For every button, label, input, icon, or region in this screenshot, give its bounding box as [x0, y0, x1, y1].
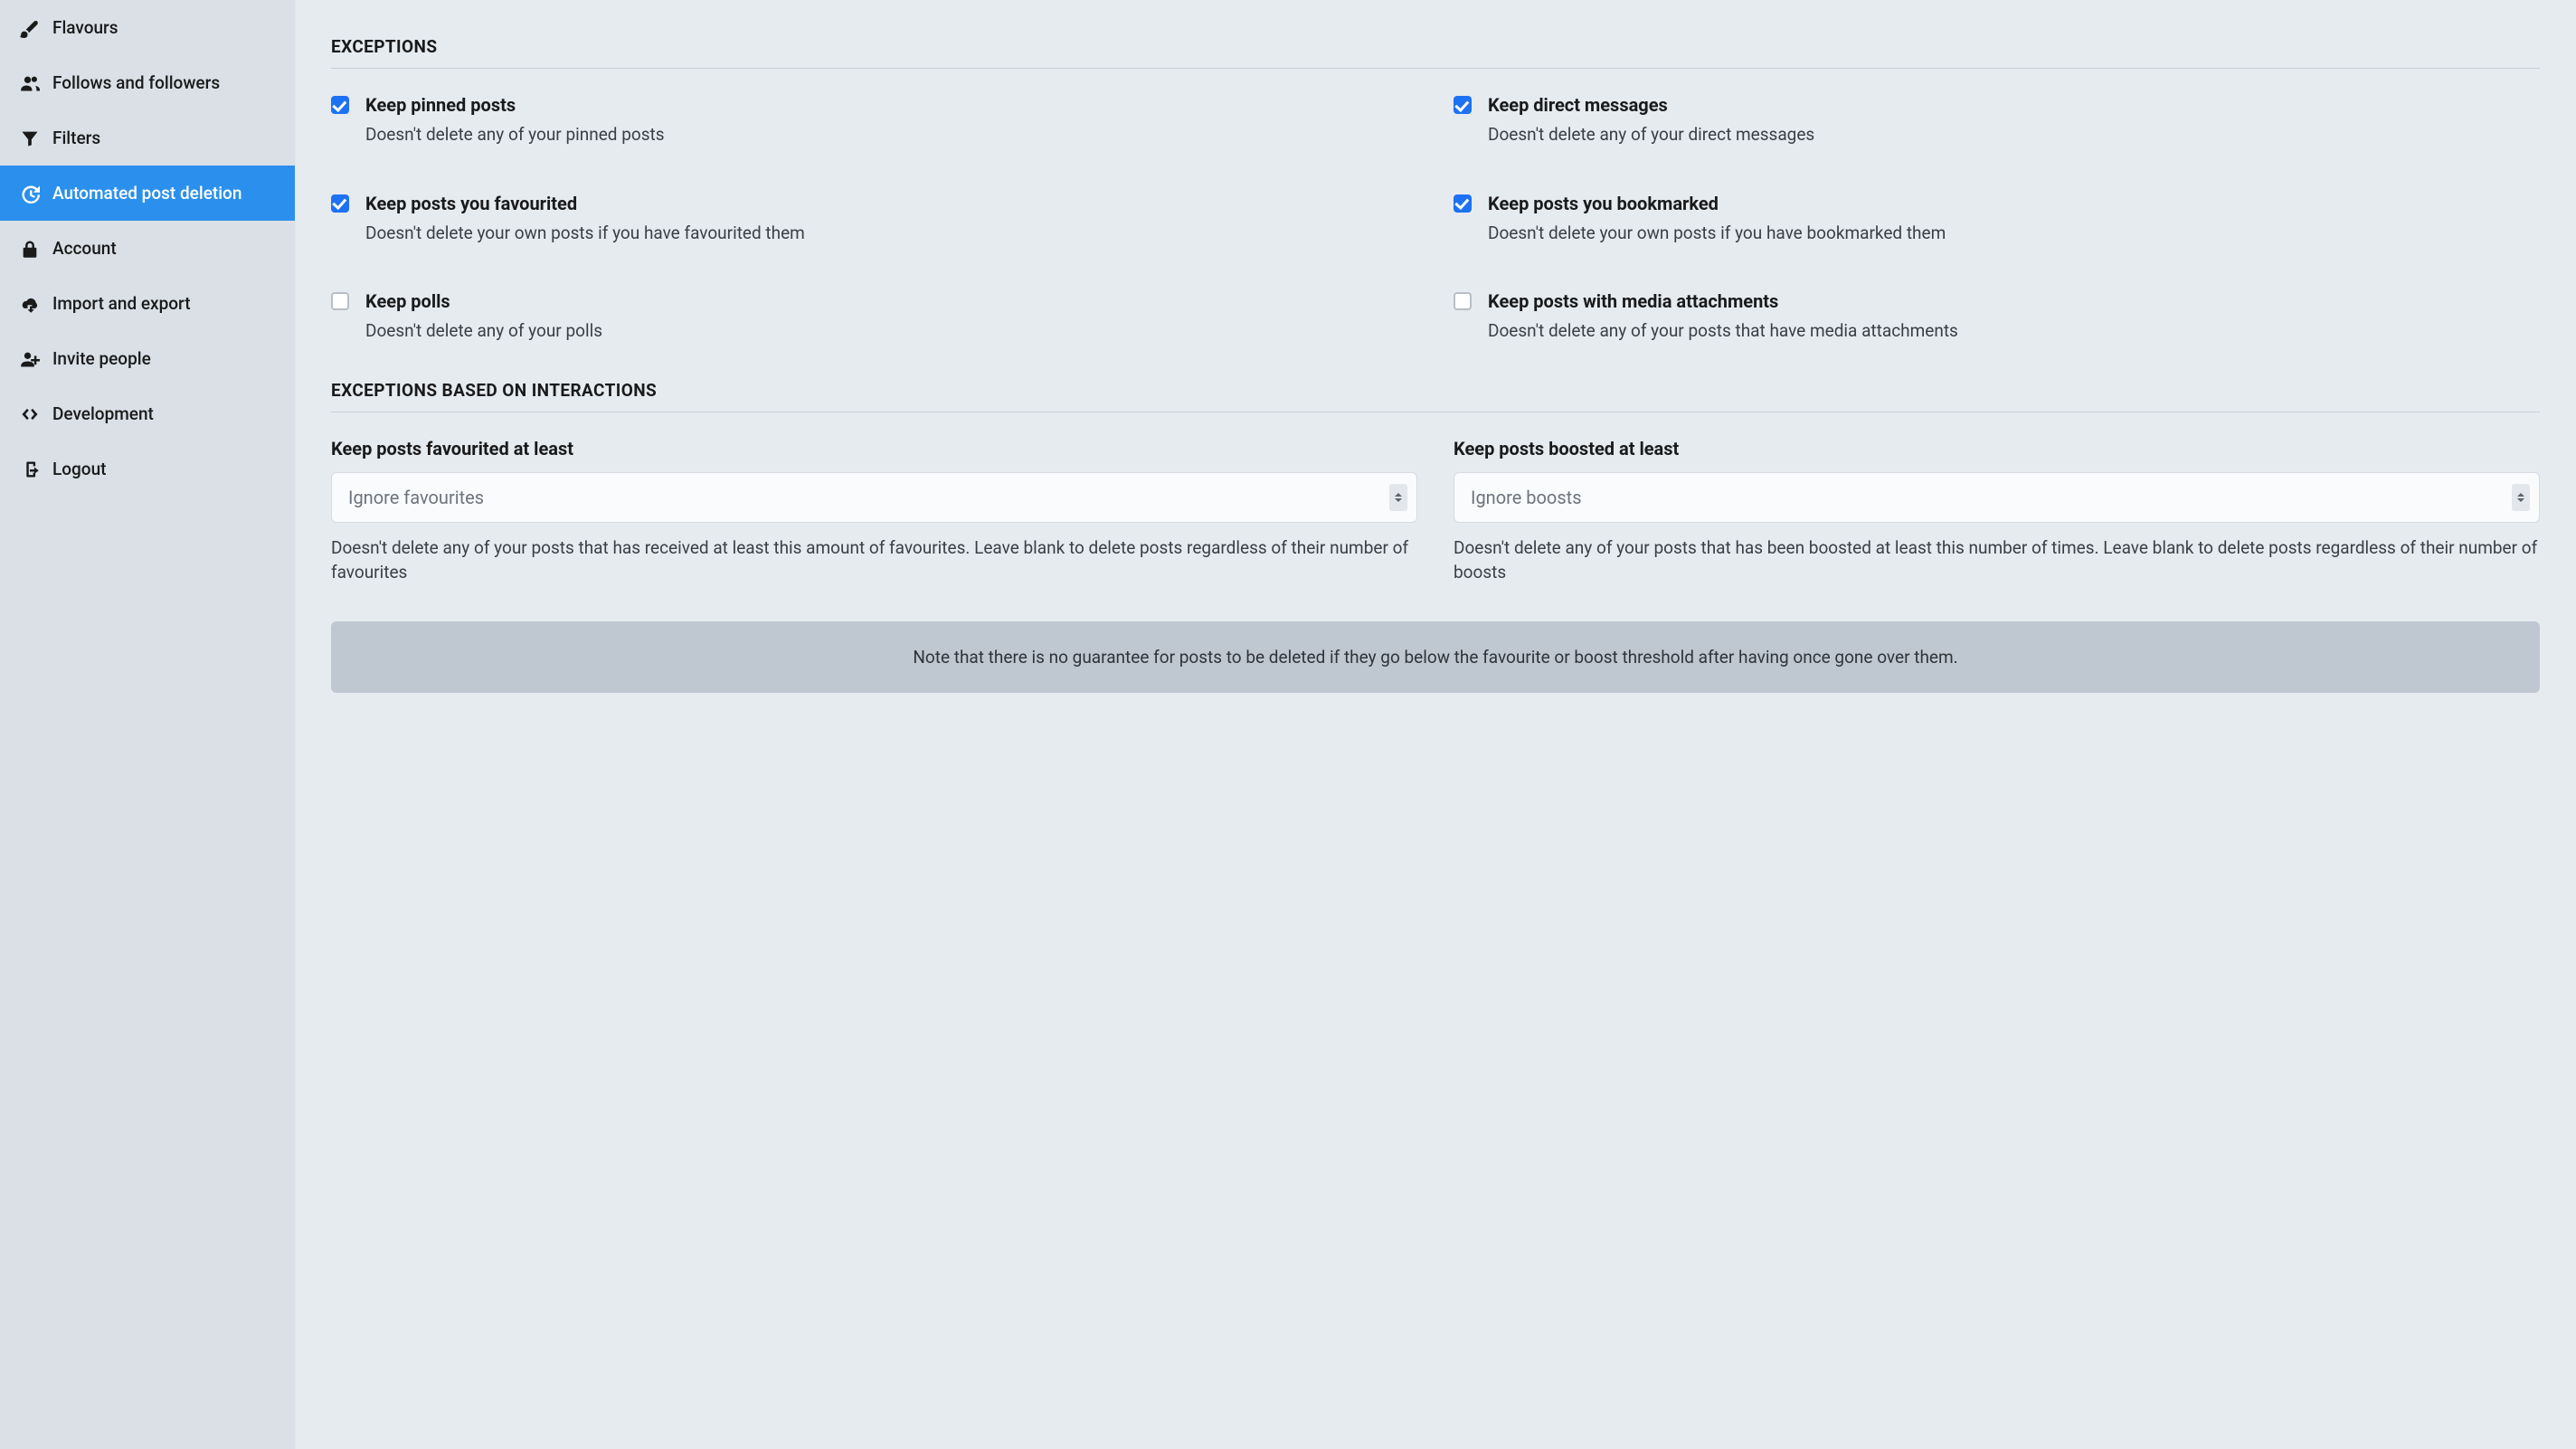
sidebar-item-development[interactable]: Development: [0, 386, 295, 441]
option-help: Doesn't delete any of your direct messag…: [1488, 123, 2540, 147]
sidebar-item-label: Flavours: [52, 17, 118, 38]
option-help: Doesn't delete any of your posts that ha…: [1488, 319, 2540, 344]
sidebar-item-autodelete[interactable]: Automated post deletion: [0, 166, 295, 221]
paintbrush-icon: [20, 18, 40, 38]
select-group-min-favs: Keep posts favourited at least Ignore fav…: [331, 438, 1417, 585]
option-help: Doesn't delete your own posts if you hav…: [365, 222, 1417, 246]
option-label: Keep direct messages: [1488, 94, 2540, 116]
select-help: Doesn't delete any of your posts that ha…: [1454, 535, 2540, 585]
option-keep-dms: Keep direct messages Doesn't delete any o…: [1454, 94, 2540, 147]
sidebar-item-label: Development: [52, 403, 154, 424]
option-label: Keep polls: [365, 290, 1417, 312]
cloud-download-icon: [20, 294, 40, 314]
sidebar-item-follows[interactable]: Follows and followers: [0, 55, 295, 110]
option-label: Keep posts with media attachments: [1488, 290, 2540, 312]
sidebar-item-filters[interactable]: Filters: [0, 110, 295, 166]
chevron-updown-icon: [2512, 484, 2530, 511]
chevron-updown-icon: [1389, 484, 1407, 511]
option-label: Keep posts you favourited: [365, 193, 1417, 214]
select-min-boosts[interactable]: Ignore boosts: [1454, 472, 2540, 523]
sidebar-item-label: Account: [52, 238, 117, 259]
sidebar-item-label: Follows and followers: [52, 72, 220, 93]
select-help: Doesn't delete any of your posts that ha…: [331, 535, 1417, 585]
option-help: Doesn't delete any of your pinned posts: [365, 123, 1417, 147]
select-group-min-boosts: Keep posts boosted at least Ignore boosts…: [1454, 438, 2540, 585]
checkbox-keep-dms[interactable]: [1454, 96, 1472, 114]
select-min-favs[interactable]: Ignore favourites: [331, 472, 1417, 523]
sidebar-item-logout[interactable]: Logout: [0, 441, 295, 497]
sidebar-item-flavours[interactable]: Flavours: [0, 0, 295, 55]
lock-icon: [20, 239, 40, 259]
select-label: Keep posts boosted at least: [1454, 438, 2540, 459]
sidebar: Flavours Follows and followers Filters Auto…: [0, 0, 295, 1449]
divider: [331, 68, 2540, 69]
user-plus-icon: [20, 349, 40, 369]
option-keep-media: Keep posts with media attachments Doesn't…: [1454, 290, 2540, 344]
option-label: Keep posts you bookmarked: [1488, 193, 2540, 214]
sign-out-icon: [20, 459, 40, 479]
interactions-heading: EXCEPTIONS BASED ON INTERACTIONS: [331, 380, 2540, 401]
option-help: Doesn't delete your own posts if you hav…: [1488, 222, 2540, 246]
select-label: Keep posts favourited at least: [331, 438, 1417, 459]
checkbox-keep-bookmarked[interactable]: [1454, 194, 1472, 213]
sidebar-item-label: Logout: [52, 459, 107, 479]
filter-icon: [20, 128, 40, 148]
sidebar-item-label: Import and export: [52, 293, 191, 314]
sidebar-item-label: Automated post deletion: [52, 183, 242, 204]
checkbox-keep-fav[interactable]: [331, 194, 349, 213]
option-keep-fav: Keep posts you favourited Doesn't delete …: [331, 193, 1417, 246]
option-keep-polls: Keep polls Doesn't delete any of your pol…: [331, 290, 1417, 344]
checkbox-keep-pinned[interactable]: [331, 96, 349, 114]
option-keep-pinned: Keep pinned posts Doesn't delete any of y…: [331, 94, 1417, 147]
users-icon: [20, 73, 40, 93]
sidebar-item-label: Filters: [52, 128, 100, 148]
sidebar-item-label: Invite people: [52, 348, 151, 369]
history-icon: [20, 184, 40, 204]
select-value: Ignore boosts: [1471, 487, 1582, 508]
option-label: Keep pinned posts: [365, 94, 1417, 116]
option-help: Doesn't delete any of your polls: [365, 319, 1417, 344]
checkbox-keep-media[interactable]: [1454, 292, 1472, 310]
checkbox-keep-polls[interactable]: [331, 292, 349, 310]
code-icon: [20, 404, 40, 424]
option-keep-bookmarked: Keep posts you bookmarked Doesn't delete …: [1454, 193, 2540, 246]
sidebar-item-importexport[interactable]: Import and export: [0, 276, 295, 331]
main-content: EXCEPTIONS Keep pinned posts Doesn't dele…: [295, 0, 2576, 1449]
threshold-note: Note that there is no guarantee for post…: [331, 621, 2540, 694]
exceptions-grid: Keep pinned posts Doesn't delete any of y…: [331, 94, 2540, 344]
sidebar-item-account[interactable]: Account: [0, 221, 295, 276]
sidebar-item-invite[interactable]: Invite people: [0, 331, 295, 386]
interactions-grid: Keep posts favourited at least Ignore fav…: [331, 438, 2540, 585]
exceptions-heading: EXCEPTIONS: [331, 36, 2540, 57]
select-value: Ignore favourites: [348, 487, 484, 508]
